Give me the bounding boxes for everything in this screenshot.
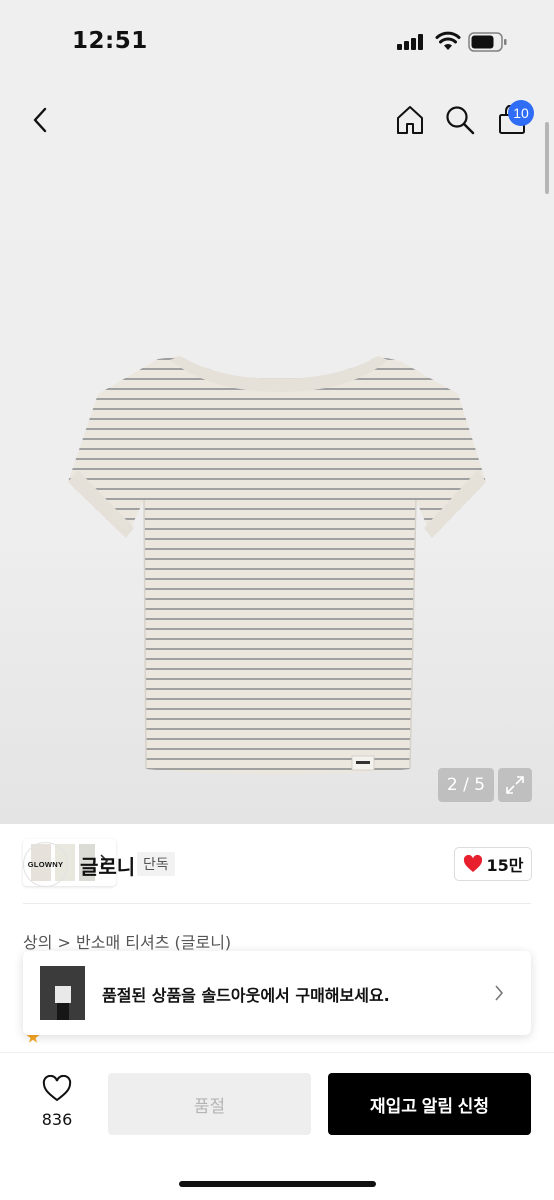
expand-button[interactable]: [498, 768, 532, 802]
wishlist-count: 836: [41, 1110, 73, 1129]
soldout-promo-toast[interactable]: 품절된 상품을 솔드아웃에서 구매해보세요.: [23, 951, 531, 1035]
expand-icon: [506, 776, 524, 794]
bottom-bar-divider: [0, 1052, 554, 1053]
product-image: [68, 356, 486, 775]
wifi-icon: [435, 31, 461, 50]
scroll-indicator: [545, 122, 549, 194]
rating-summary[interactable]: [26, 1034, 166, 1046]
back-icon: [33, 107, 47, 133]
restock-alert-button[interactable]: 재입고 알림 신청: [328, 1073, 531, 1135]
toast-message: 품절된 상품을 솔드아웃에서 구매해보세요.: [102, 986, 390, 1005]
home-indicator: [179, 1181, 376, 1187]
brand-logo[interactable]: GLOWNY: [23, 842, 68, 887]
cart-count-badge: 10: [508, 100, 534, 126]
cellular-signal-icon: [397, 34, 425, 50]
home-icon: [397, 106, 423, 134]
home-button[interactable]: [388, 98, 432, 142]
status-time: 12:51: [72, 28, 148, 54]
divider: [23, 903, 531, 904]
breadcrumb[interactable]: 상의 > 반소매 티셔츠 (글로니): [23, 929, 231, 953]
heart-icon: [463, 855, 482, 872]
brand-like-button[interactable]: 15만: [454, 847, 532, 881]
heart-icon: [42, 1075, 72, 1102]
soldout-button[interactable]: 품절: [108, 1073, 311, 1135]
exclusive-badge: 단독: [137, 852, 175, 876]
promo-thumbnail: [40, 966, 85, 1020]
search-button[interactable]: [438, 98, 482, 142]
wishlist-button[interactable]: 836: [30, 1075, 84, 1135]
image-pager: 2 / 5: [438, 768, 494, 802]
star-icon: [26, 1034, 40, 1043]
battery-icon: [468, 32, 507, 52]
brand-like-count: 15만: [486, 856, 524, 875]
product-image-gallery[interactable]: [0, 84, 554, 886]
back-button[interactable]: [18, 98, 62, 142]
chevron-right-icon: [495, 985, 504, 1001]
search-icon: [446, 106, 475, 135]
brand-name[interactable]: 글로니: [80, 851, 135, 880]
status-bar: 12:51: [0, 0, 554, 84]
